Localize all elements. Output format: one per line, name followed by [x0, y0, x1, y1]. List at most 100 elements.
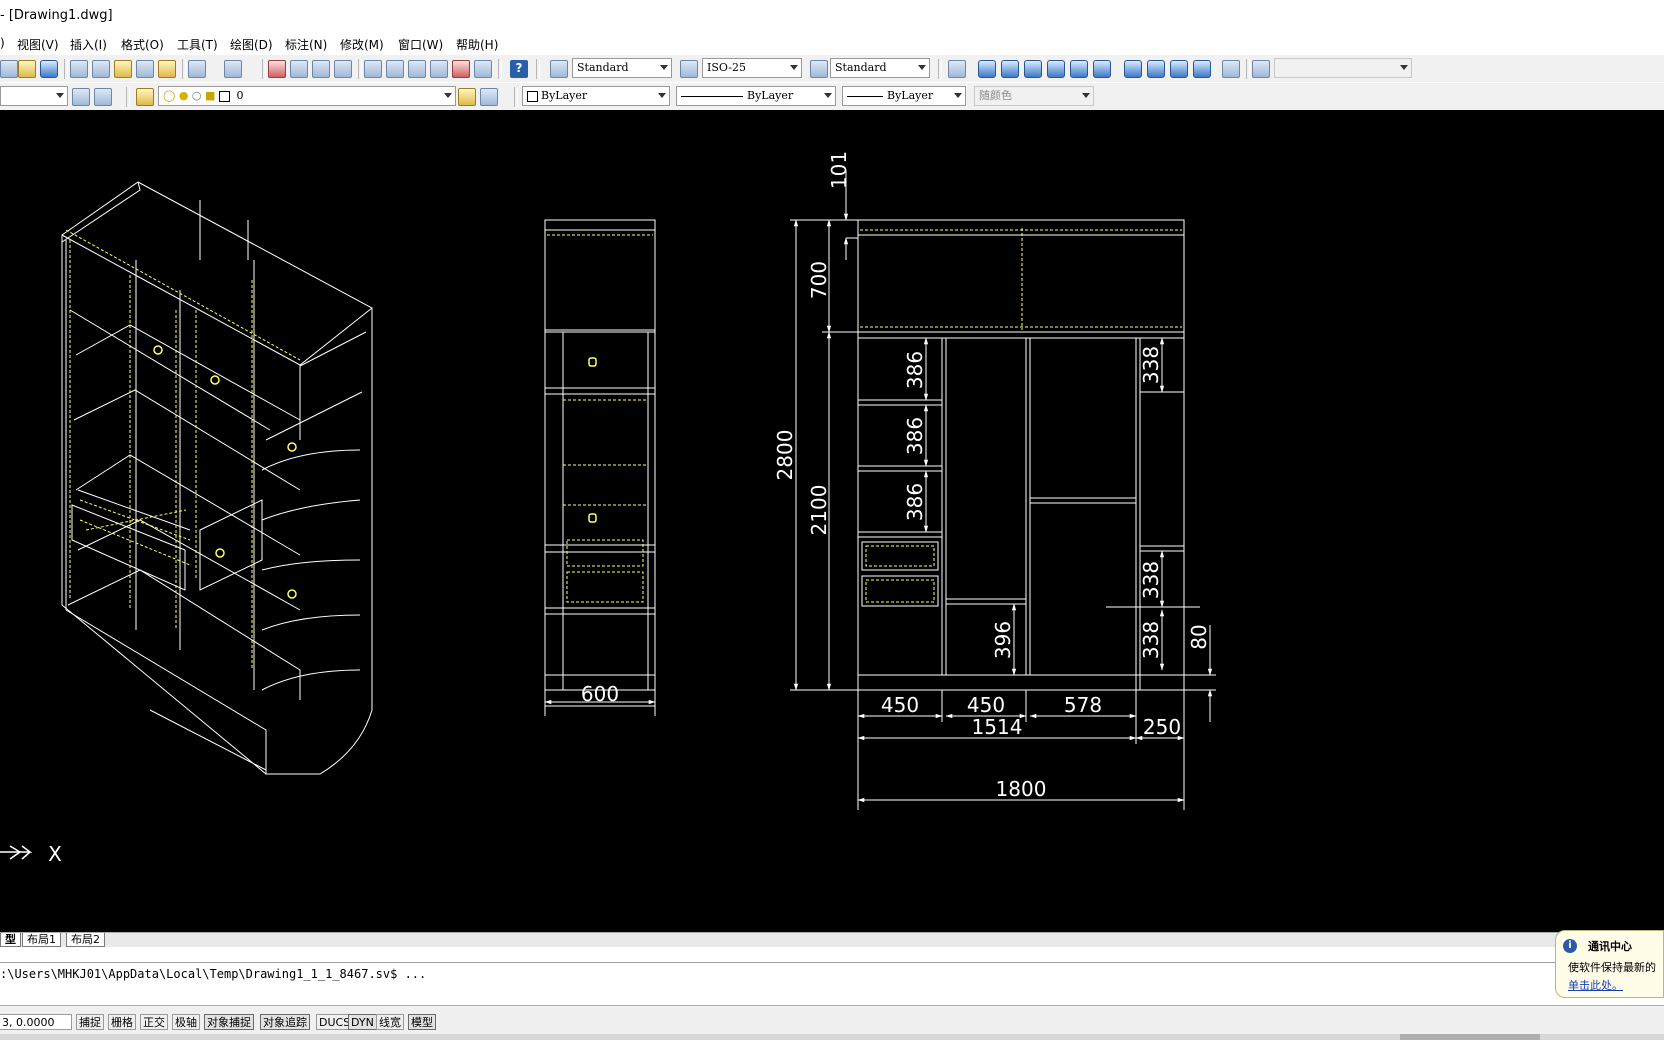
lineweight-select[interactable]: ByLayer	[842, 86, 966, 106]
menu-bar: ) 视图(V) 插入(I) 格式(O) 工具(T) 绘图(D) 标注(N) 修改…	[0, 34, 1664, 54]
zoom-window-icon[interactable]	[312, 60, 330, 78]
camera-icon[interactable]	[1222, 60, 1240, 78]
back-view-icon[interactable]	[1093, 60, 1111, 78]
layer-previous-2-icon[interactable]	[480, 88, 498, 106]
menu-item-modify[interactable]: 修改(M)	[340, 36, 384, 53]
color-select[interactable]: ByLayer	[522, 86, 670, 106]
menu-item-edit-tail[interactable]: )	[0, 36, 5, 50]
chevron-down-icon	[444, 93, 452, 98]
front-view-icon[interactable]	[1070, 60, 1088, 78]
properties-icon[interactable]	[364, 60, 382, 78]
grid-toggle[interactable]: 栅格	[108, 1014, 136, 1030]
bottom-view-icon[interactable]	[1001, 60, 1019, 78]
table-style-select[interactable]: Standard	[830, 58, 930, 78]
workspace-select[interactable]	[0, 86, 68, 106]
right-view-icon[interactable]	[1047, 60, 1065, 78]
menu-item-dimension[interactable]: 标注(N)	[285, 36, 327, 53]
tab-model[interactable]: 型	[0, 933, 21, 947]
dim-386-b: 386	[903, 417, 927, 455]
publish-web-icon[interactable]	[40, 60, 58, 78]
lineweight-toggle[interactable]: 线宽	[376, 1014, 404, 1030]
layer-select[interactable]: ◯ ● ○ ■ 0	[158, 86, 456, 106]
ne-iso-icon[interactable]	[1170, 60, 1188, 78]
notification-link[interactable]: 单击此处。	[1568, 977, 1623, 993]
left-view-icon[interactable]	[1024, 60, 1042, 78]
top-view-icon[interactable]	[978, 60, 996, 78]
scrollbar-thumb[interactable]	[1400, 1034, 1540, 1040]
help-icon[interactable]: ?	[510, 60, 528, 78]
ortho-toggle[interactable]: 正交	[140, 1014, 168, 1030]
make-current-layer-icon[interactable]	[458, 88, 476, 106]
command-input[interactable]	[0, 985, 1664, 1006]
sheet-set-icon[interactable]	[430, 60, 448, 78]
markup-icon[interactable]	[452, 60, 470, 78]
menu-item-tools[interactable]: 工具(T)	[177, 36, 218, 53]
menu-item-view[interactable]: 视图(V)	[17, 36, 59, 53]
tool-palettes-icon[interactable]	[408, 60, 426, 78]
sun-icon: ●	[178, 89, 189, 102]
dim-386-c: 386	[903, 483, 927, 521]
cut-icon[interactable]	[70, 60, 88, 78]
block-editor-icon[interactable]	[158, 60, 176, 78]
toolbar-separator	[536, 59, 540, 79]
isometric-view	[61, 181, 373, 775]
tab-layout2[interactable]: 布局2	[66, 933, 105, 947]
match-properties-icon[interactable]	[136, 60, 154, 78]
named-views-icon[interactable]	[948, 60, 966, 78]
chevron-down-icon	[1082, 93, 1090, 98]
polar-toggle[interactable]: 极轴	[172, 1014, 200, 1030]
layer-manager-icon[interactable]	[136, 88, 154, 106]
pan-icon[interactable]	[268, 60, 286, 78]
color-value: ByLayer	[541, 89, 588, 102]
osnap-toggle[interactable]: 对象捕捉	[204, 1014, 254, 1030]
calculator-icon[interactable]	[474, 60, 492, 78]
redo-icon[interactable]	[224, 60, 242, 78]
dim-578: 578	[1064, 693, 1102, 717]
toolbar-separator	[64, 59, 68, 79]
menu-item-help[interactable]: 帮助(H)	[456, 36, 498, 53]
zoom-realtime-icon[interactable]	[290, 60, 308, 78]
snap-toggle[interactable]: 捕捉	[76, 1014, 104, 1030]
text-style-icon[interactable]	[550, 60, 568, 78]
linetype-select[interactable]: ByLayer	[676, 86, 836, 106]
view-select[interactable]	[1274, 58, 1412, 78]
dim-style-icon[interactable]	[680, 60, 698, 78]
view-manager-icon[interactable]	[1252, 60, 1270, 78]
plot-style-select[interactable]: 随颜色	[974, 86, 1094, 106]
dim-style-value: ISO-25	[707, 61, 747, 74]
se-iso-icon[interactable]	[1147, 60, 1165, 78]
text-style-select[interactable]: Standard	[572, 58, 672, 78]
paste-icon[interactable]	[114, 60, 132, 78]
tab-layout1[interactable]: 布局1	[22, 933, 61, 947]
model-toggle[interactable]: 模型	[408, 1014, 436, 1030]
isometric-highlight	[65, 229, 301, 670]
dim-style-select[interactable]: ISO-25	[702, 58, 802, 78]
communication-center-balloon[interactable]: i 通讯中心 使软件保持最新的 单击此处。	[1555, 930, 1664, 998]
publish-icon[interactable]	[18, 60, 36, 78]
layer-state-icon[interactable]	[94, 88, 112, 106]
zoom-previous-icon[interactable]	[334, 60, 352, 78]
table-style-icon[interactable]	[810, 60, 828, 78]
menu-item-format[interactable]: 格式(O)	[121, 36, 164, 53]
horizontal-scrollbar[interactable]	[0, 1034, 1664, 1040]
dyn-toggle[interactable]: DYN	[348, 1014, 377, 1030]
title-bar: - [Drawing1.dwg]	[0, 0, 1664, 35]
chevron-down-icon	[658, 93, 666, 98]
menu-item-insert[interactable]: 插入(I)	[70, 36, 107, 53]
chevron-down-icon	[790, 65, 798, 70]
menu-item-window[interactable]: 窗口(W)	[398, 36, 443, 53]
undo-icon[interactable]	[188, 60, 206, 78]
sw-iso-icon[interactable]	[1124, 60, 1142, 78]
open-icon[interactable]	[0, 60, 18, 78]
nw-iso-icon[interactable]	[1193, 60, 1211, 78]
toolbar-separator	[262, 59, 266, 79]
linetype-value: ByLayer	[747, 89, 794, 102]
design-center-icon[interactable]	[386, 60, 404, 78]
layer-previous-icon[interactable]	[72, 88, 90, 106]
drawing-canvas[interactable]: 600 101 700 2800 2100 386 386 386 338 33…	[0, 110, 1664, 932]
menu-item-draw[interactable]: 绘图(D)	[230, 36, 273, 53]
otrack-toggle[interactable]: 对象追踪	[260, 1014, 310, 1030]
table-style-value: Standard	[835, 61, 887, 74]
copy-icon[interactable]	[92, 60, 110, 78]
toolbar-separator	[126, 87, 130, 107]
